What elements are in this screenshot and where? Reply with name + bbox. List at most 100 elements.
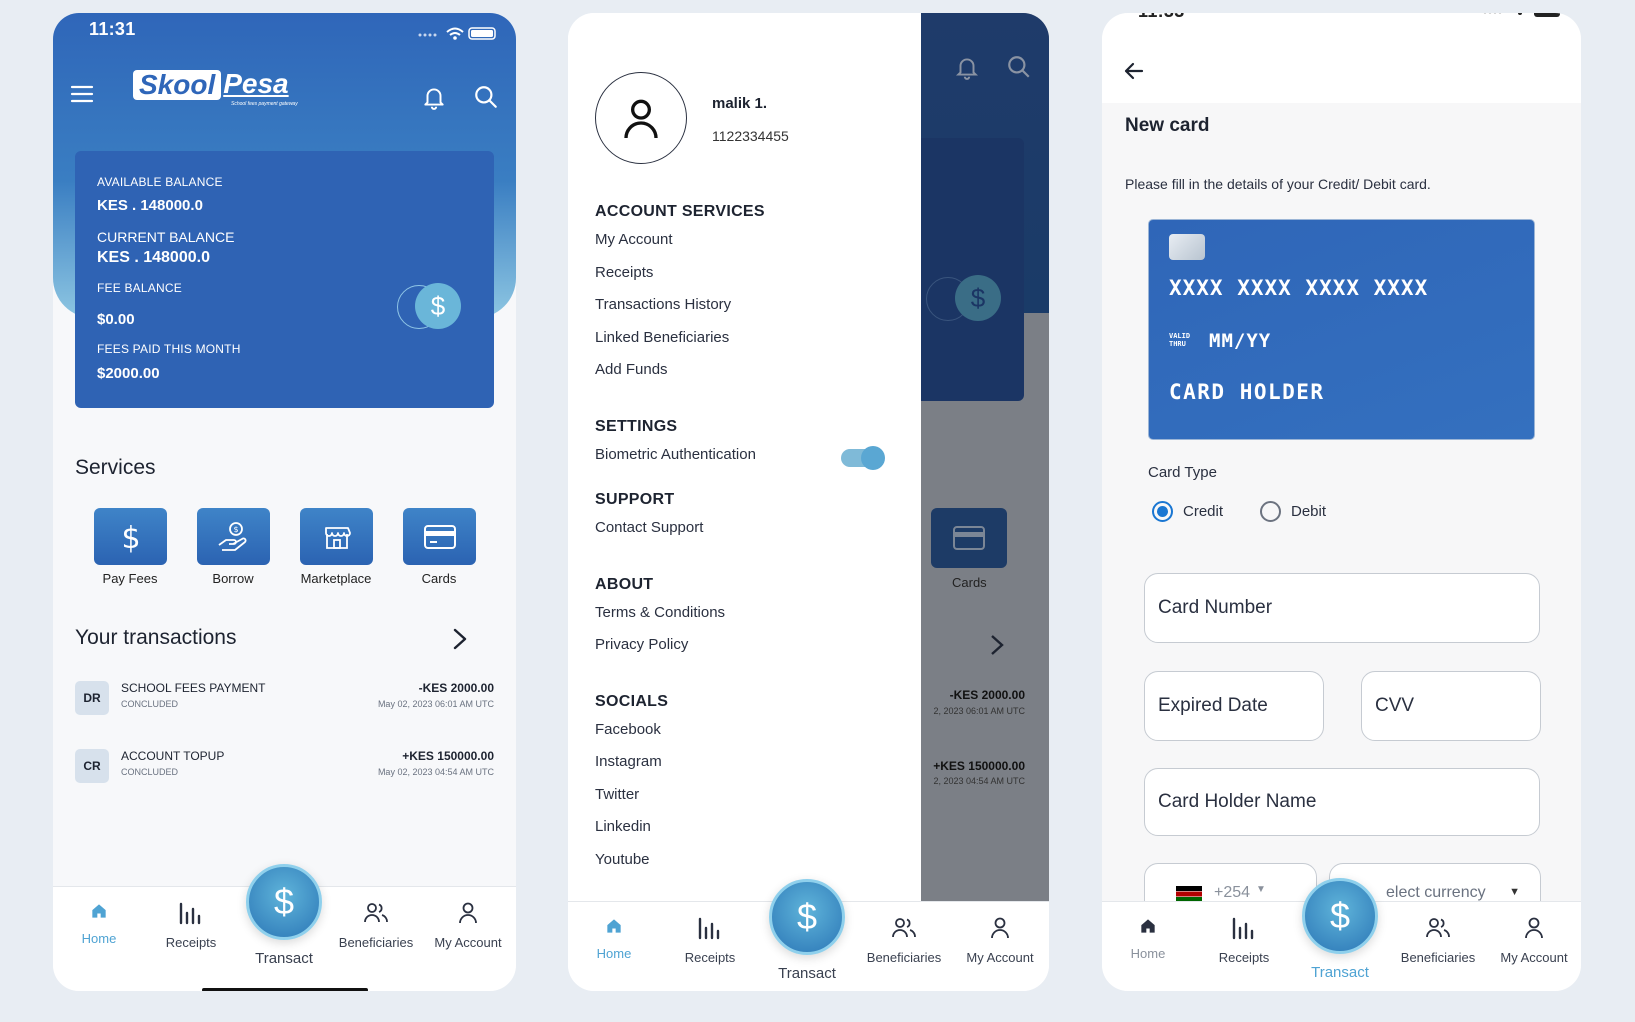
app-bar — [1102, 13, 1581, 103]
transact-button[interactable]: $ — [769, 879, 845, 955]
nav-beneficiaries[interactable]: Beneficiaries — [1392, 916, 1484, 965]
page-title: New card — [1125, 115, 1210, 136]
transaction-badge: DR — [75, 681, 109, 715]
transact-button[interactable]: $ — [246, 864, 322, 940]
nav-receipts[interactable]: Receipts — [664, 916, 756, 965]
menu-receipts[interactable]: Receipts — [595, 264, 653, 281]
nav-beneficiaries-label: Beneficiaries — [866, 950, 942, 965]
people-icon — [892, 918, 916, 938]
transaction-title: SCHOOL FEES PAYMENT — [121, 681, 266, 695]
radio-debit[interactable]: Debit — [1260, 501, 1326, 522]
menu-facebook[interactable]: Facebook — [595, 721, 661, 738]
dollar-icon: $ — [796, 896, 818, 937]
transaction-badge: CR — [75, 749, 109, 783]
dollar-coin-icon: $ — [955, 275, 1001, 321]
dollar-icon: $ — [273, 881, 295, 922]
service-borrow[interactable]: $ — [197, 508, 270, 565]
card-icon — [931, 508, 1007, 568]
hand-coin-icon[interactable]: $ — [197, 508, 270, 565]
bell-icon[interactable] — [421, 84, 447, 110]
nav-my-account[interactable]: My Account — [422, 901, 514, 950]
service-marketplace[interactable] — [300, 508, 373, 565]
radio-debit-circle[interactable] — [1260, 501, 1281, 522]
people-icon — [1426, 918, 1450, 938]
menu-add-funds[interactable]: Add Funds — [595, 361, 668, 378]
skoolpesa-logo: Skool Pesa — [133, 70, 313, 102]
store-icon[interactable] — [300, 508, 373, 565]
menu-linkedin[interactable]: Linkedin — [595, 818, 651, 835]
nav-home-label: Home — [596, 946, 632, 961]
nav-beneficiaries[interactable]: Beneficiaries — [858, 916, 950, 965]
menu-youtube[interactable]: Youtube — [595, 851, 650, 868]
transaction-date: May 02, 2023 06:01 AM UTC — [377, 699, 494, 709]
back-arrow-icon[interactable] — [1122, 59, 1146, 83]
nav-receipts[interactable]: Receipts — [145, 901, 237, 950]
dollar-icon[interactable]: $ — [94, 508, 167, 565]
user-icon — [459, 902, 477, 924]
nav-home[interactable]: Home — [1102, 916, 1194, 961]
card-holder-name-field[interactable]: Card Holder Name — [1144, 768, 1540, 836]
dollar-coin-icon[interactable]: $ — [415, 283, 461, 329]
drawer-scrim[interactable]: $ Cards -KES 2000.00 2, 2023 06:01 AM UT… — [911, 13, 1049, 901]
transact-label: Transact — [1311, 964, 1369, 981]
menu-privacy[interactable]: Privacy Policy — [595, 636, 688, 653]
currency-placeholder: elect currency — [1386, 884, 1486, 901]
transaction-amount: +KES 150000.00 — [402, 749, 494, 763]
available-balance-label: AVAILABLE BALANCE — [97, 175, 223, 189]
transaction-row[interactable]: CR ACCOUNT TOPUP CONCLUDED +KES 150000.0… — [75, 747, 494, 787]
hamburger-menu-icon[interactable] — [70, 84, 94, 104]
status-time: 11:33 — [1138, 13, 1185, 22]
menu-instagram[interactable]: Instagram — [595, 753, 662, 770]
logo-text-skool: Skool — [133, 70, 222, 100]
menu-contact-support[interactable]: Contact Support — [595, 519, 703, 536]
service-pay-fees[interactable]: $ — [94, 508, 167, 565]
search-icon[interactable] — [473, 84, 499, 110]
biometric-toggle[interactable] — [841, 446, 885, 470]
card-number-field[interactable]: Card Number — [1144, 573, 1540, 643]
user-icon — [991, 917, 1009, 939]
nav-receipts[interactable]: Receipts — [1198, 916, 1290, 965]
bar-chart-icon — [698, 917, 720, 940]
menu-twitter[interactable]: Twitter — [595, 786, 639, 803]
avatar[interactable] — [595, 72, 687, 164]
holder-placeholder: Card Holder Name — [1158, 791, 1317, 812]
expiry-placeholder: Expired Date — [1158, 695, 1268, 716]
about-heading: ABOUT — [595, 576, 654, 593]
menu-transactions-history[interactable]: Transactions History — [595, 296, 731, 313]
nav-beneficiaries[interactable]: Beneficiaries — [330, 901, 422, 950]
nav-home-label: Home — [81, 931, 117, 946]
menu-linked-beneficiaries[interactable]: Linked Beneficiaries — [595, 329, 729, 346]
svg-text:$: $ — [121, 521, 140, 554]
card-holder-mask: CARD HOLDER — [1169, 380, 1325, 404]
status-icons — [417, 26, 499, 40]
transact-button[interactable]: $ — [1302, 878, 1378, 954]
expiry-date-field[interactable]: Expired Date — [1144, 671, 1324, 741]
cvv-field[interactable]: CVV — [1361, 671, 1541, 741]
transaction-status: CONCLUDED — [121, 767, 179, 777]
expiry-mask: MM/YY — [1209, 330, 1272, 352]
transaction-row[interactable]: DR SCHOOL FEES PAYMENT CONCLUDED -KES 20… — [75, 679, 494, 719]
card-number-placeholder: Card Number — [1158, 597, 1273, 618]
nav-home[interactable]: Home — [568, 916, 660, 961]
home-indicator — [202, 988, 368, 991]
scrim-tx2-date: 2, 2023 04:54 AM UTC — [933, 776, 1025, 786]
service-cards[interactable] — [403, 508, 476, 565]
nav-my-account[interactable]: My Account — [1488, 916, 1580, 965]
valid-thru-label: VALID THRU — [1169, 332, 1190, 348]
nav-beneficiaries-label: Beneficiaries — [338, 935, 414, 950]
service-label-borrow: Borrow — [212, 571, 254, 586]
card-icon[interactable] — [403, 508, 476, 565]
side-drawer: malik 1. 1122334455 ACCOUNT SERVICES My … — [568, 13, 921, 901]
nav-home[interactable]: Home — [53, 901, 145, 946]
service-label-pay-fees: Pay Fees — [102, 571, 158, 586]
menu-terms[interactable]: Terms & Conditions — [595, 604, 725, 621]
radio-credit[interactable]: Credit — [1152, 501, 1223, 522]
transactions-title: Your transactions — [75, 626, 237, 649]
chevron-right-icon[interactable] — [452, 627, 468, 651]
nav-my-account[interactable]: My Account — [954, 916, 1046, 965]
nav-account-label: My Account — [966, 950, 1034, 965]
radio-credit-circle[interactable] — [1152, 501, 1173, 522]
menu-my-account[interactable]: My Account — [595, 231, 673, 248]
home-icon — [1141, 919, 1155, 933]
thru-label: THRU — [1169, 340, 1186, 348]
